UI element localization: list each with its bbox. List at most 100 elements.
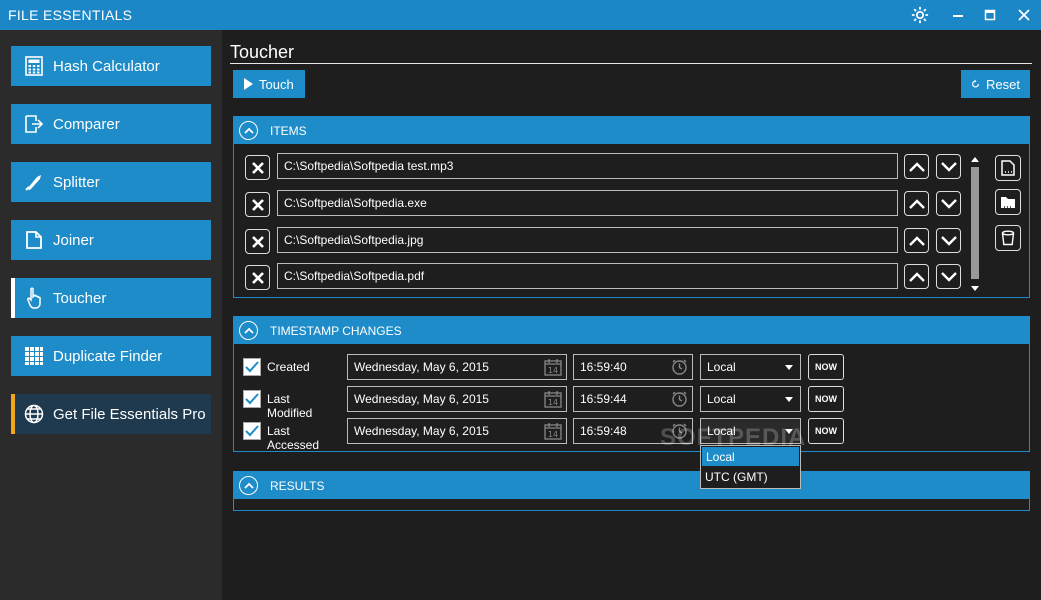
modified-date-field[interactable]: Wednesday, May 6, 2015 14	[347, 386, 567, 412]
remove-icon[interactable]	[245, 192, 270, 217]
nav-duplicate-finder[interactable]: Duplicate Finder	[11, 336, 211, 376]
gear-icon[interactable]	[905, 0, 935, 30]
clear-list-icon[interactable]	[995, 225, 1021, 251]
modified-label: Last Modified	[267, 392, 313, 420]
move-down-icon[interactable]	[936, 154, 961, 179]
scroll-down-icon	[971, 286, 979, 291]
nav-label: Get File Essentials Pro	[53, 405, 206, 423]
chevron-down-icon	[785, 397, 793, 402]
modified-now-button[interactable]: NOW	[808, 386, 844, 412]
scroll-thumb[interactable]	[971, 167, 979, 279]
calculator-icon	[24, 56, 44, 76]
move-up-icon[interactable]	[904, 191, 929, 216]
modified-checkbox[interactable]	[243, 390, 261, 408]
timestamp-header-label: TIMESTAMP CHANGES	[270, 323, 402, 338]
timezone-option-utc[interactable]: UTC (GMT)	[701, 467, 800, 487]
title-bar: FILE ESSENTIALS	[0, 0, 1041, 30]
date-value: Wednesday, May 6, 2015	[354, 360, 489, 374]
modified-time-field[interactable]: 16:59:44	[573, 386, 693, 412]
path-field[interactable]: C:\Softpedia\Softpedia.jpg	[277, 227, 898, 253]
chevron-down-icon	[785, 365, 793, 370]
results-panel: RESULTS	[233, 471, 1030, 511]
collapse-icon[interactable]	[239, 121, 258, 140]
nav-comparer[interactable]: Comparer	[11, 104, 211, 144]
document-icon	[24, 230, 44, 250]
path-field[interactable]: C:\Softpedia\Softpedia test.mp3	[277, 153, 898, 179]
main-content: Toucher Touch Reset ITEMS C:\Softpedia\S…	[222, 30, 1041, 600]
nav-label: Splitter	[53, 173, 100, 191]
created-label: Created	[267, 360, 310, 374]
page-title: Toucher	[230, 42, 295, 62]
remove-icon[interactable]	[245, 155, 270, 180]
accessed-label: Last Accessed	[267, 424, 320, 452]
date-value: Wednesday, May 6, 2015	[354, 424, 489, 438]
minimize-icon[interactable]	[943, 0, 973, 30]
maximize-icon[interactable]	[975, 0, 1005, 30]
nav-splitter[interactable]: Splitter	[11, 162, 211, 202]
nav-get-pro[interactable]: Get File Essentials Pro	[11, 394, 211, 434]
created-timezone-select[interactable]: Local	[700, 354, 801, 380]
move-down-icon[interactable]	[936, 228, 961, 253]
play-icon	[244, 78, 253, 90]
created-time-field[interactable]: 16:59:40	[573, 354, 693, 380]
knife-icon	[24, 172, 44, 192]
move-up-icon[interactable]	[904, 154, 929, 179]
svg-text:14: 14	[548, 366, 558, 375]
collapse-icon[interactable]	[239, 476, 258, 495]
path-field[interactable]: C:\Softpedia\Softpedia.exe	[277, 190, 898, 216]
add-file-icon[interactable]	[995, 155, 1021, 181]
move-up-icon[interactable]	[904, 264, 929, 289]
timestamp-header[interactable]: TIMESTAMP CHANGES	[234, 317, 1029, 344]
nav-label: Duplicate Finder	[53, 347, 163, 365]
time-value: 16:59:48	[580, 424, 627, 438]
created-checkbox[interactable]	[243, 358, 261, 376]
items-panel: ITEMS C:\Softpedia\Softpedia test.mp3 C:…	[233, 116, 1030, 298]
timezone-value: Local	[707, 392, 736, 406]
svg-text:14: 14	[548, 430, 558, 439]
accessed-now-button[interactable]: NOW	[808, 418, 844, 444]
reset-icon	[972, 79, 979, 88]
pro-marker	[11, 394, 15, 434]
created-now-button[interactable]: NOW	[808, 354, 844, 380]
results-header[interactable]: RESULTS	[234, 472, 1029, 499]
items-scrollbar[interactable]	[969, 155, 981, 293]
calendar-icon[interactable]: 14	[544, 391, 562, 411]
touch-button[interactable]: Touch	[233, 70, 305, 98]
nav-hash-calculator[interactable]: Hash Calculator	[11, 46, 211, 86]
add-folder-icon[interactable]	[995, 189, 1021, 215]
clock-icon[interactable]	[671, 359, 688, 379]
remove-icon[interactable]	[245, 229, 270, 254]
calendar-icon[interactable]: 14	[544, 359, 562, 379]
hand-pointer-icon	[24, 287, 44, 309]
nav-label: Joiner	[53, 231, 94, 249]
calendar-icon[interactable]: 14	[544, 423, 562, 443]
move-down-icon[interactable]	[936, 264, 961, 289]
timestamp-panel: TIMESTAMP CHANGES Created Wednesday, May…	[233, 316, 1030, 452]
sidebar: Hash Calculator Comparer Splitter Joiner…	[0, 30, 222, 600]
reset-button[interactable]: Reset	[961, 70, 1030, 98]
touch-label: Touch	[259, 76, 294, 92]
title-divider	[230, 63, 1032, 64]
created-date-field[interactable]: Wednesday, May 6, 2015 14	[347, 354, 567, 380]
accessed-date-field[interactable]: Wednesday, May 6, 2015 14	[347, 418, 567, 444]
collapse-icon[interactable]	[239, 321, 258, 340]
compare-icon	[24, 114, 44, 134]
nav-joiner[interactable]: Joiner	[11, 220, 211, 260]
results-header-label: RESULTS	[270, 478, 325, 493]
time-value: 16:59:40	[580, 360, 627, 374]
nav-toucher[interactable]: Toucher	[11, 278, 211, 318]
nav-label: Toucher	[53, 289, 107, 307]
grid-icon	[24, 346, 44, 366]
modified-timezone-select[interactable]: Local	[700, 386, 801, 412]
clock-icon[interactable]	[671, 391, 688, 411]
reset-label: Reset	[986, 76, 1020, 92]
remove-icon[interactable]	[245, 265, 270, 290]
items-header[interactable]: ITEMS	[234, 117, 1029, 144]
svg-text:14: 14	[548, 398, 558, 407]
move-down-icon[interactable]	[936, 191, 961, 216]
app-title: FILE ESSENTIALS	[8, 7, 133, 23]
accessed-checkbox[interactable]	[243, 422, 261, 440]
move-up-icon[interactable]	[904, 228, 929, 253]
path-field[interactable]: C:\Softpedia\Softpedia.pdf	[277, 263, 898, 289]
close-icon[interactable]	[1009, 0, 1039, 30]
